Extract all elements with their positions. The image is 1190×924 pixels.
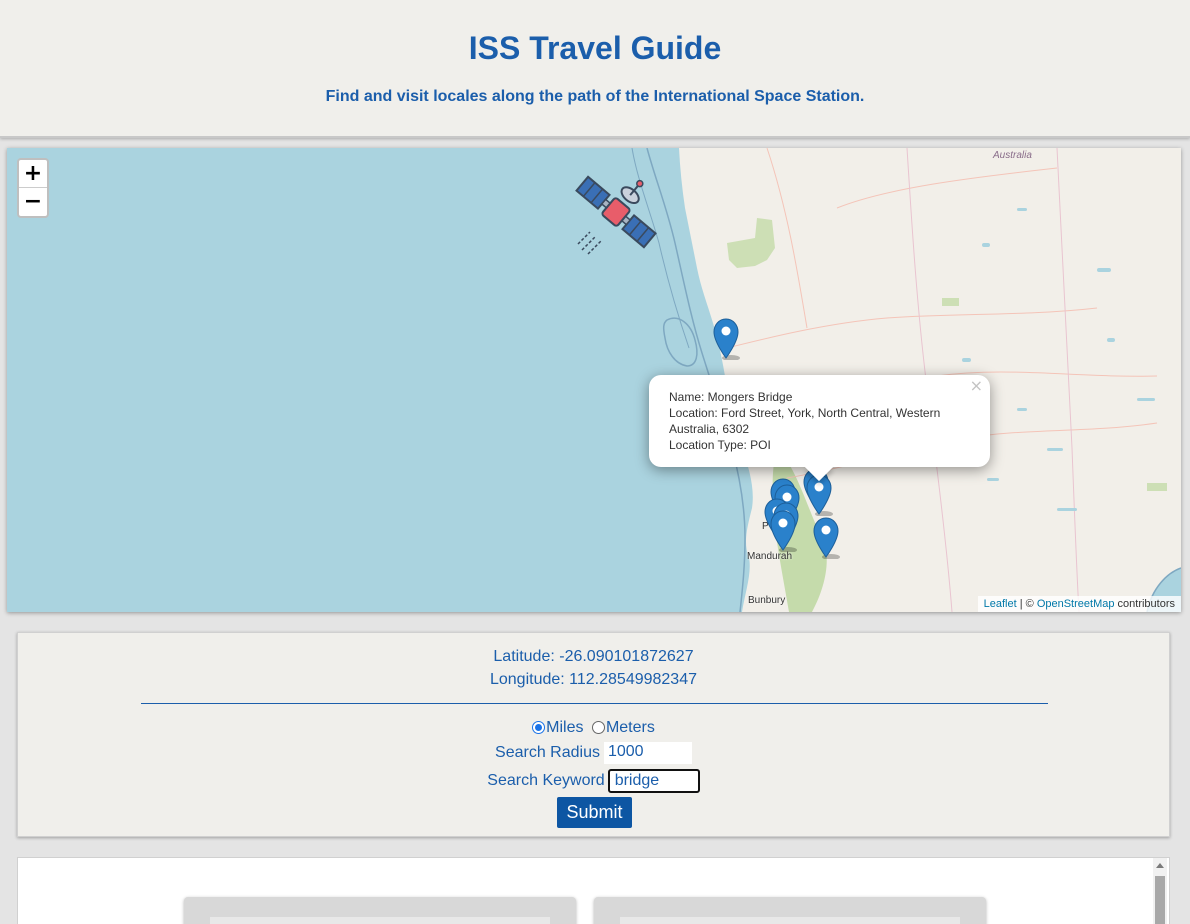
results-scrollbar[interactable] <box>1153 858 1167 924</box>
radius-label: Search Radius <box>495 744 600 761</box>
unit-selector: Miles Meters <box>18 719 1169 737</box>
page-header: ISS Travel Guide Find and visit locales … <box>0 0 1190 138</box>
popup-location: Location: Ford Street, York, North Centr… <box>669 406 941 436</box>
map-label-australia: Australia <box>993 150 1032 161</box>
satellite-icon <box>575 175 657 255</box>
keyword-row: Search Keyword bridge <box>18 769 1169 793</box>
leaflet-link[interactable]: Leaflet <box>984 598 1017 610</box>
map-label-mandurah: Mandurah <box>747 551 793 562</box>
zoom-in-button[interactable]: + <box>19 160 47 188</box>
radius-row: Search Radius 1000 <box>18 742 1169 764</box>
scroll-thumb[interactable] <box>1155 876 1165 924</box>
zoom-control: + − <box>17 158 49 218</box>
map-pin-icon[interactable] <box>813 517 841 559</box>
longitude-readout: Longitude: 112.28549982347 <box>489 671 697 688</box>
result-card[interactable] <box>184 897 576 924</box>
miles-radio[interactable] <box>532 721 546 734</box>
osm-link[interactable]: OpenStreetMap <box>1037 598 1115 610</box>
radius-input[interactable]: 1000 <box>603 742 692 764</box>
search-form-panel: Latitude: -26.090101872627 Longitude: 11… <box>17 632 1170 837</box>
map-view[interactable]: Australia Mandurah Bunbury P + − × Name:… <box>7 148 1181 612</box>
result-card[interactable] <box>594 897 986 924</box>
popup-close-button[interactable]: × <box>970 378 983 394</box>
zoom-out-button[interactable]: − <box>19 188 47 216</box>
popup-name: Name: Mongers Bridge <box>669 390 793 404</box>
map-label-bunbury: Bunbury <box>748 595 786 606</box>
keyword-label: Search Keyword <box>487 772 605 789</box>
miles-label[interactable]: Miles <box>546 719 583 736</box>
scroll-up-icon[interactable] <box>1156 863 1164 868</box>
meters-radio[interactable] <box>591 721 605 734</box>
page-title: ISS Travel Guide <box>468 30 722 66</box>
map-attribution: Leaflet | © OpenStreetMap contributors <box>977 596 1181 612</box>
divider <box>141 703 1048 704</box>
map-pin-icon[interactable] <box>806 474 834 516</box>
keyword-input[interactable]: bridge <box>607 769 700 793</box>
marker-popup: × Name: Mongers Bridge Location: Ford St… <box>649 375 990 482</box>
popup-type: Location Type: POI <box>669 438 771 452</box>
meters-label[interactable]: Meters <box>606 719 655 736</box>
page-subtitle: Find and visit locales along the path of… <box>325 88 865 105</box>
submit-button[interactable]: Submit <box>557 797 632 828</box>
results-panel <box>17 857 1170 924</box>
latitude-readout: Latitude: -26.090101872627 <box>493 648 694 665</box>
map-pin-icon[interactable] <box>770 510 798 552</box>
map-pin-icon[interactable] <box>713 318 741 360</box>
